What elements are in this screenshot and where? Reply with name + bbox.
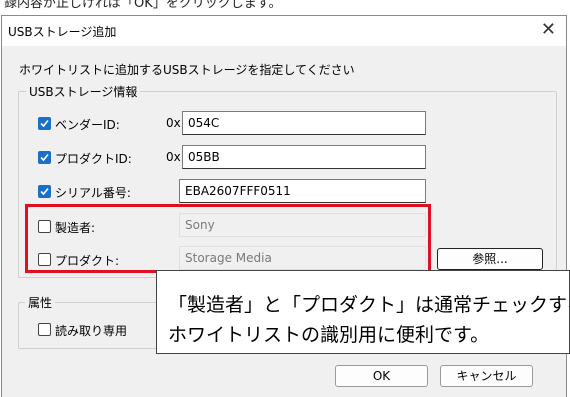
instruction-text: ホワイトリストに追加するUSBストレージを指定してください (19, 63, 355, 77)
vendor-id-field[interactable]: 054C (182, 111, 426, 135)
close-icon[interactable]: ✕ (541, 19, 556, 40)
serial-number-checkbox[interactable] (38, 185, 51, 198)
product-id-prefix: 0x (166, 150, 181, 164)
readonly-label: 読み取り専用 (55, 324, 128, 338)
usb-info-group-label: USBストレージ情報 (26, 83, 141, 100)
dialog-title: USBストレージ追加 (8, 25, 117, 39)
vendor-id-label: ベンダーID: (55, 118, 120, 132)
callout-line-1: 「製造者」と「プロダクト」は通常チェックする (168, 294, 570, 316)
cancel-button[interactable]: キャンセル (440, 365, 533, 387)
callout-box: 「製造者」と「プロダクト」は通常チェックする ホワイトリストの識別用に便利です。 (156, 270, 570, 354)
check-icon (40, 153, 49, 162)
highlight-box (25, 204, 431, 273)
serial-number-field[interactable]: EBA2607FFF0511 (179, 179, 426, 203)
check-icon (40, 187, 49, 196)
ok-button[interactable]: OK (335, 365, 428, 387)
check-icon (40, 119, 49, 128)
product-id-field[interactable]: 05BB (182, 145, 426, 169)
serial-number-label: シリアル番号: (55, 186, 131, 200)
background-instruction-text: 録内容が正しければ「OK」をクリックします。 (4, 0, 282, 11)
vendor-id-checkbox[interactable] (38, 117, 51, 130)
readonly-checkbox[interactable] (38, 323, 51, 336)
product-id-checkbox[interactable] (38, 151, 51, 164)
browse-button[interactable]: 参照... (437, 248, 543, 270)
callout-line-2: ホワイトリストの識別用に便利です。 (168, 324, 490, 346)
attributes-group-label: 属性 (25, 294, 56, 311)
title-bar: USBストレージ追加 ✕ (2, 16, 566, 46)
vendor-id-prefix: 0x (166, 116, 181, 130)
product-id-label: プロダクトID: (55, 152, 132, 166)
